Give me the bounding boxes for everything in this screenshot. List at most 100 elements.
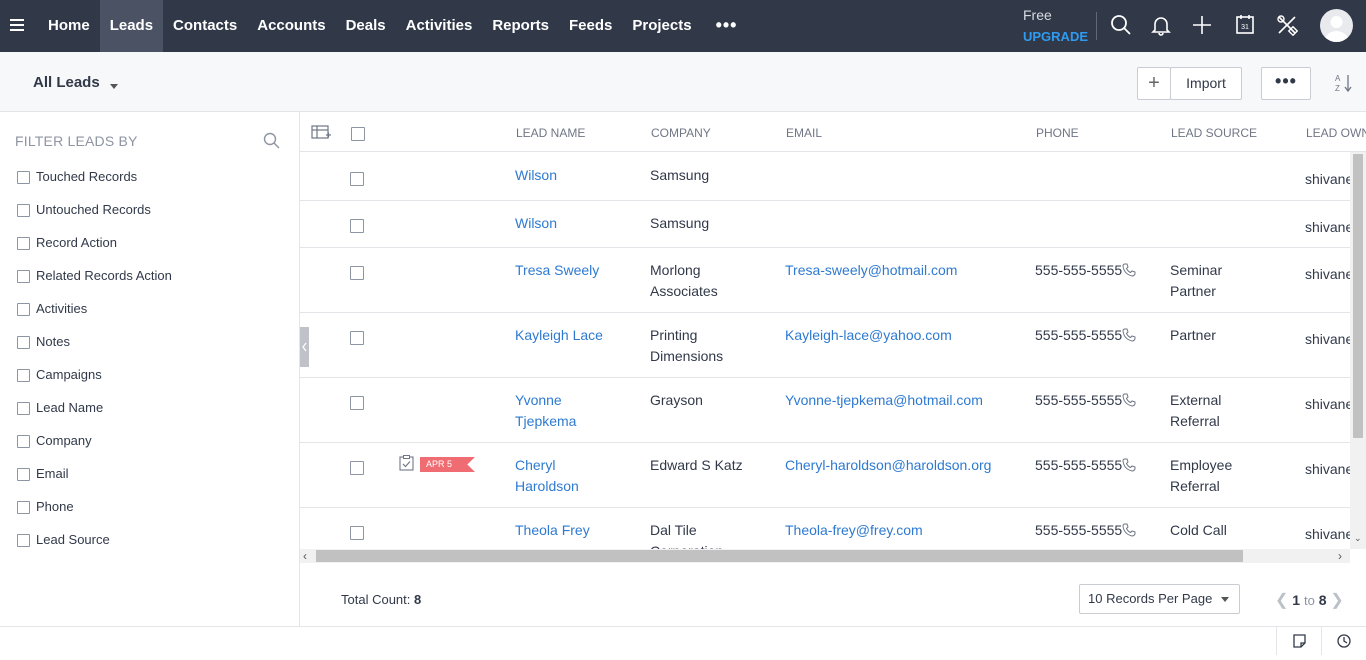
checkbox[interactable] [17, 237, 30, 250]
phone-icon[interactable] [1122, 523, 1136, 537]
email-link[interactable]: Cheryl-haroldson@haroldson.org [785, 455, 991, 476]
checkbox[interactable] [17, 402, 30, 415]
tab-reports[interactable]: Reports [482, 0, 559, 52]
more-tabs-button[interactable]: ••• [702, 0, 752, 52]
lead-name-link[interactable]: Tresa Sweely [515, 260, 599, 281]
view-selector[interactable]: All Leads [33, 74, 118, 91]
checkbox[interactable] [17, 336, 30, 349]
filter-phone[interactable]: Phone [17, 499, 172, 532]
table-row[interactable]: Kayleigh Lace Printing Dimensions Kaylei… [300, 313, 1353, 378]
next-page-icon[interactable]: ❯ [1330, 592, 1343, 609]
table-row[interactable]: Tresa Sweely Morlong Associates Tresa-sw… [300, 248, 1353, 313]
history-button[interactable] [1321, 627, 1366, 655]
lead-name-link[interactable]: Yvonne Tjepkema [515, 390, 605, 432]
checkbox[interactable] [17, 303, 30, 316]
filter-untouched-records[interactable]: Untouched Records [17, 202, 172, 235]
sort-az-icon[interactable]: A Z [1333, 72, 1355, 94]
filter-company[interactable]: Company [17, 433, 172, 466]
checkbox[interactable] [17, 171, 30, 184]
row-checkbox[interactable] [350, 396, 364, 410]
upgrade-link[interactable]: UPGRADE [1023, 29, 1088, 44]
plus-icon[interactable] [1191, 14, 1213, 36]
task-icon[interactable] [399, 455, 414, 471]
filter-related-records-action[interactable]: Related Records Action [17, 268, 172, 301]
phone-number[interactable]: 555-555-5555 [1035, 392, 1122, 408]
horizontal-scrollbar-thumb[interactable] [316, 550, 1243, 562]
filter-campaigns[interactable]: Campaigns [17, 367, 172, 400]
checkbox[interactable] [17, 204, 30, 217]
tab-feeds[interactable]: Feeds [559, 0, 622, 52]
horizontal-scrollbar[interactable]: ‹ › [300, 549, 1350, 563]
create-lead-button[interactable]: + [1137, 67, 1171, 100]
lead-name-link[interactable]: Wilson [515, 213, 557, 234]
tab-contacts[interactable]: Contacts [163, 0, 247, 52]
lead-name-link[interactable]: Wilson [515, 165, 557, 186]
previous-page-icon[interactable]: ❮ [1275, 592, 1288, 609]
phone-icon[interactable] [1122, 328, 1136, 342]
phone-number[interactable]: 555-555-5555 [1035, 327, 1122, 343]
row-checkbox[interactable] [350, 172, 364, 186]
table-row[interactable]: Cheryl Haroldson Edward S Katz Cheryl-ha… [300, 443, 1353, 508]
tab-activities[interactable]: Activities [396, 0, 483, 52]
notes-button[interactable] [1276, 627, 1321, 655]
table-row[interactable]: Wilson Samsung shivane [300, 153, 1353, 201]
more-actions-button[interactable]: ••• [1261, 67, 1311, 100]
filter-touched-records[interactable]: Touched Records [17, 169, 172, 202]
email-link[interactable]: Tresa-sweely@hotmail.com [785, 260, 957, 281]
column-header-lead-owner[interactable]: LEAD OWN [1306, 126, 1366, 140]
filter-lead-source[interactable]: Lead Source [17, 532, 172, 565]
lead-name-link[interactable]: Kayleigh Lace [515, 325, 603, 346]
tab-accounts[interactable]: Accounts [247, 0, 335, 52]
calendar-icon[interactable]: 31 [1234, 14, 1256, 36]
tools-icon[interactable] [1276, 14, 1298, 36]
tab-deals[interactable]: Deals [336, 0, 396, 52]
scroll-right-arrow-icon[interactable]: › [1338, 549, 1342, 563]
checkbox[interactable] [17, 534, 30, 547]
email-link[interactable]: Kayleigh-lace@yahoo.com [785, 325, 952, 346]
row-checkbox[interactable] [350, 219, 364, 233]
import-button[interactable]: Import [1170, 67, 1242, 100]
phone-number[interactable]: 555-555-5555 [1035, 457, 1122, 473]
column-header-lead-source[interactable]: LEAD SOURCE [1171, 126, 1257, 140]
filter-email[interactable]: Email [17, 466, 172, 499]
select-all-checkbox[interactable] [351, 127, 365, 141]
lead-name-link[interactable]: Theola Frey [515, 520, 590, 541]
column-header-lead-name[interactable]: LEAD NAME [516, 126, 585, 140]
checkbox[interactable] [17, 468, 30, 481]
phone-number[interactable]: 555-555-5555 [1035, 262, 1122, 278]
column-header-phone[interactable]: PHONE [1036, 126, 1079, 140]
checkbox[interactable] [17, 435, 30, 448]
scroll-down-arrow-icon[interactable]: ⌄ [1354, 533, 1362, 544]
row-checkbox[interactable] [350, 461, 364, 475]
tab-leads[interactable]: Leads [99, 0, 164, 52]
collapse-filter-panel-handle[interactable] [300, 327, 309, 367]
hamburger-menu-icon[interactable] [10, 19, 24, 33]
checkbox[interactable] [17, 369, 30, 382]
table-row[interactable]: Wilson Samsung shivane [300, 201, 1353, 248]
email-link[interactable]: Yvonne-tjepkema@hotmail.com [785, 390, 983, 411]
column-header-company[interactable]: COMPANY [651, 126, 711, 140]
checkbox[interactable] [17, 501, 30, 514]
filter-activities[interactable]: Activities [17, 301, 172, 334]
table-row[interactable]: Yvonne Tjepkema Grayson Yvonne-tjepkema@… [300, 378, 1353, 443]
email-link[interactable]: Theola-frey@frey.com [785, 520, 923, 541]
column-header-email[interactable]: EMAIL [786, 126, 822, 140]
row-checkbox[interactable] [350, 266, 364, 280]
vertical-scrollbar-thumb[interactable] [1353, 154, 1363, 438]
filter-notes[interactable]: Notes [17, 334, 172, 367]
tab-projects[interactable]: Projects [622, 0, 701, 52]
search-icon[interactable] [263, 132, 280, 149]
user-avatar[interactable] [1320, 9, 1353, 42]
due-date-badge[interactable]: APR 5 [420, 457, 475, 472]
phone-icon[interactable] [1122, 393, 1136, 407]
phone-icon[interactable] [1122, 458, 1136, 472]
filter-record-action[interactable]: Record Action [17, 235, 172, 268]
bell-icon[interactable] [1150, 14, 1172, 36]
search-icon[interactable] [1110, 14, 1132, 36]
scroll-left-arrow-icon[interactable]: ‹ [303, 549, 307, 563]
row-checkbox[interactable] [350, 526, 364, 540]
records-per-page-select[interactable]: 10 Records Per Page [1079, 584, 1240, 614]
phone-icon[interactable] [1122, 263, 1136, 277]
row-checkbox[interactable] [350, 331, 364, 345]
phone-number[interactable]: 555-555-5555 [1035, 522, 1122, 538]
